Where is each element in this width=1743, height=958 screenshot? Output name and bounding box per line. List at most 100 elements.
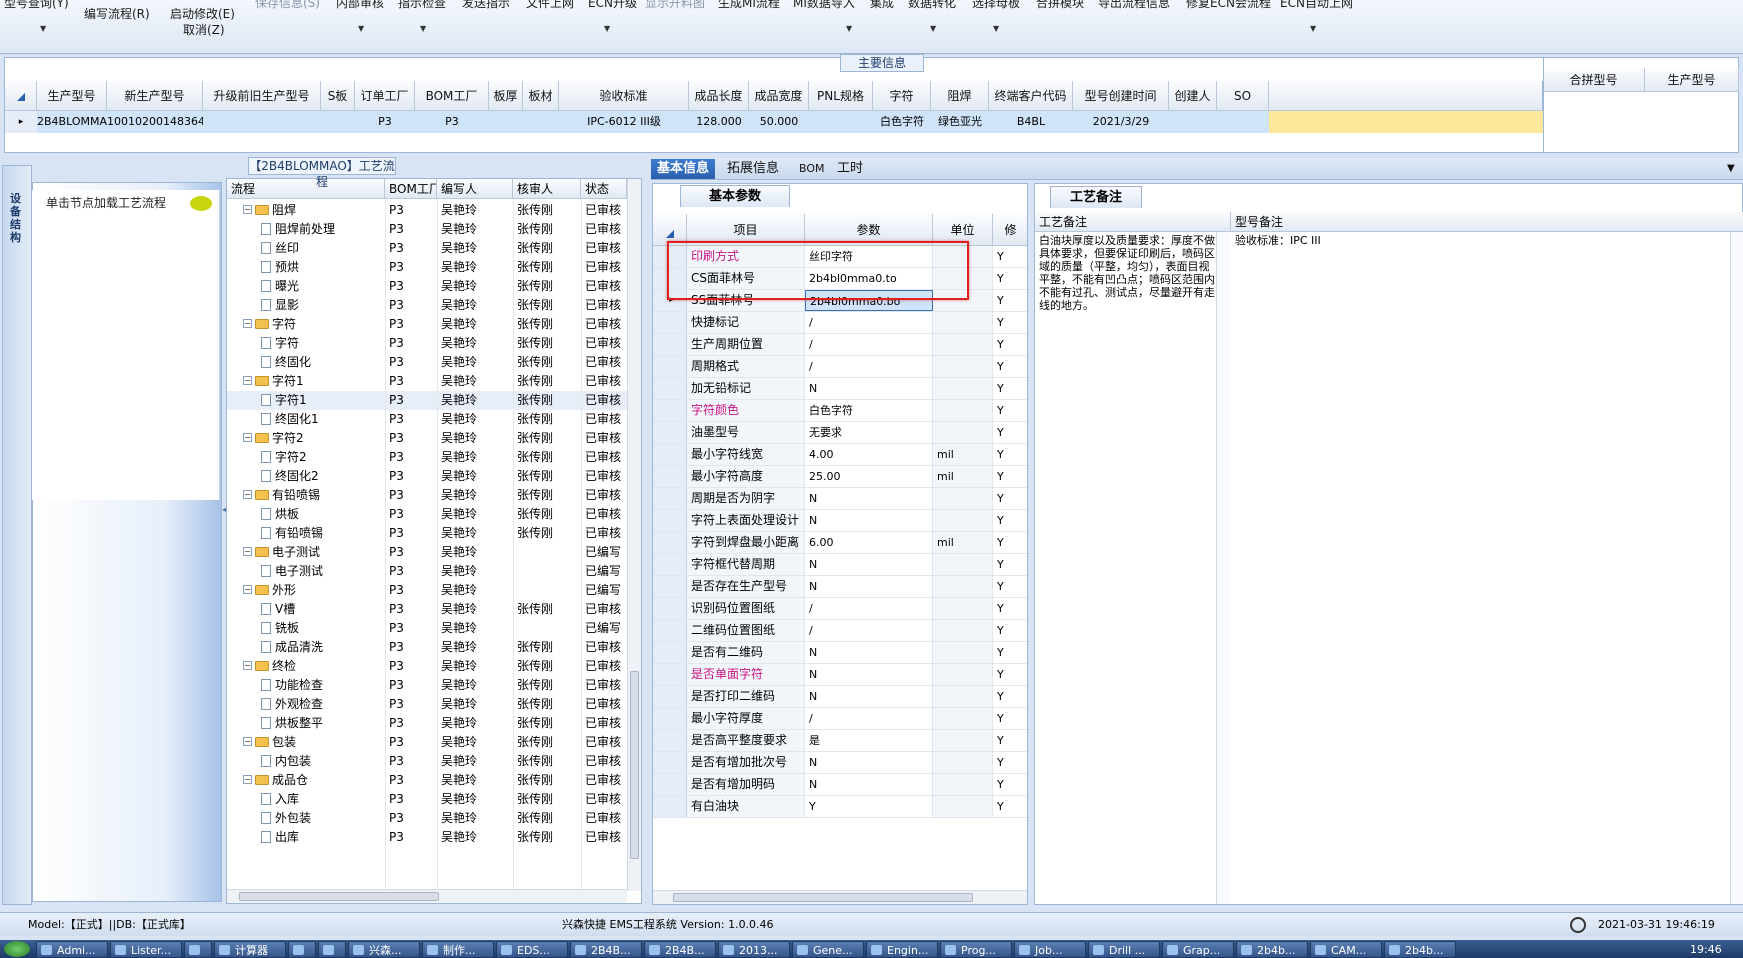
param-unit-cell[interactable]	[933, 488, 993, 509]
row-indicator[interactable]	[653, 598, 687, 619]
param-flag-cell[interactable]: Y	[993, 576, 1027, 597]
table-cell[interactable]: 吴艳玲	[441, 600, 511, 619]
param-flag-cell[interactable]: Y	[993, 686, 1027, 707]
table-cell[interactable]: P3	[389, 239, 437, 258]
param-row[interactable]: 生产周期位置 / Y	[653, 334, 1027, 356]
table-cell[interactable]: 已审核	[585, 828, 627, 847]
col-header[interactable]: 验收标准	[559, 81, 689, 111]
horizontal-scrollbar[interactable]	[227, 889, 627, 903]
param-item-cell[interactable]: 识别码位置图纸	[687, 598, 805, 619]
param-value-cell[interactable]: /	[805, 334, 933, 355]
row-indicator[interactable]	[653, 532, 687, 553]
param-flag-cell[interactable]: Y	[993, 378, 1027, 399]
col-header[interactable]: 状态	[581, 179, 627, 199]
tree-node[interactable]: 铣板	[261, 619, 385, 638]
param-flag-cell[interactable]: Y	[993, 598, 1027, 619]
ribbon-button-model-query[interactable]: 型号查询(Y)	[4, 0, 69, 11]
table-cell[interactable]: 张传刚	[517, 448, 579, 467]
table-cell[interactable]: 已审核	[585, 505, 627, 524]
ribbon-button-panel-module[interactable]: 合拼模块	[1036, 0, 1084, 11]
table-cell[interactable]: 2B4BLOMMAO	[37, 111, 107, 133]
table-row[interactable]: 预烘 P3 吴艳玲 张传刚 已审核	[227, 258, 627, 277]
param-flag-cell[interactable]: Y	[993, 708, 1027, 729]
tab-work-hours[interactable]: 工时	[831, 159, 869, 179]
table-cell[interactable]: 已审核	[585, 733, 627, 752]
taskbar-item[interactable]: Admi...	[36, 941, 108, 958]
scrollbar-thumb[interactable]	[239, 892, 439, 901]
row-indicator[interactable]	[653, 796, 687, 817]
table-cell[interactable]: B4BL	[989, 111, 1073, 133]
ribbon-button-save-info[interactable]: 保存信息(S)	[255, 0, 320, 11]
param-unit-cell[interactable]	[933, 378, 993, 399]
tree-node[interactable]: 功能检查	[261, 676, 385, 695]
table-cell[interactable]: 已审核	[585, 334, 627, 353]
param-item-cell[interactable]: 字符框代替周期	[687, 554, 805, 575]
table-row[interactable]: V槽 P3 吴艳玲 张传刚 已审核	[227, 600, 627, 619]
table-cell[interactable]: 吴艳玲	[441, 657, 511, 676]
param-value-cell[interactable]: N	[805, 554, 933, 575]
table-cell[interactable]: 张传刚	[517, 353, 579, 372]
param-row[interactable]: 快捷标记 / Y	[653, 312, 1027, 334]
table-cell[interactable]: 吴艳玲	[441, 638, 511, 657]
param-flag-cell[interactable]: Y	[993, 466, 1027, 487]
taskbar-item[interactable]: 2b4b...	[1236, 941, 1308, 958]
ribbon-button-mi-data-import[interactable]: MI数据导入	[793, 0, 855, 11]
table-cell[interactable]: 吴艳玲	[441, 296, 511, 315]
collapse-icon[interactable]: −	[243, 433, 252, 442]
table-cell[interactable]: 已审核	[585, 524, 627, 543]
table-cell[interactable]: P3	[389, 524, 437, 543]
taskbar-item[interactable]: 2B4B...	[644, 941, 716, 958]
craft-notes-text[interactable]: 白油块厚度以及质量要求：厚度不做具体要求，但要保证印刷后，喷码区域的质量（平整，…	[1039, 234, 1215, 312]
taskbar-item[interactable]	[288, 941, 316, 958]
table-cell[interactable]: 张传刚	[517, 258, 579, 277]
table-row[interactable]: 内包装 P3 吴艳玲 张传刚 已审核	[227, 752, 627, 771]
param-unit-cell[interactable]	[933, 400, 993, 421]
table-cell[interactable]: 已审核	[585, 220, 627, 239]
param-flag-cell[interactable]: Y	[993, 422, 1027, 443]
collapse-icon[interactable]: −	[243, 490, 252, 499]
tree-node[interactable]: 预烘	[261, 258, 385, 277]
taskbar-item[interactable]: 兴森...	[348, 941, 420, 958]
taskbar-item[interactable]	[318, 941, 346, 958]
tree-node[interactable]: 字符	[261, 334, 385, 353]
table-cell[interactable]: 已审核	[585, 296, 627, 315]
param-unit-cell[interactable]	[933, 774, 993, 795]
param-flag-cell[interactable]: Y	[993, 664, 1027, 685]
param-unit-cell[interactable]	[933, 752, 993, 773]
table-cell[interactable]	[1169, 111, 1217, 133]
table-row[interactable]: 出库 P3 吴艳玲 张传刚 已审核	[227, 828, 627, 847]
param-item-cell[interactable]: 有白油块	[687, 796, 805, 817]
taskbar-item[interactable]: CAM...	[1310, 941, 1382, 958]
row-indicator[interactable]	[653, 312, 687, 333]
ribbon-button-select-mother-board[interactable]: 选择母板	[972, 0, 1020, 11]
table-row[interactable]: 烘板 P3 吴艳玲 张传刚 已审核	[227, 505, 627, 524]
row-indicator[interactable]	[653, 334, 687, 355]
table-cell[interactable]: P3	[389, 619, 437, 638]
table-row[interactable]: 显影 P3 吴艳玲 张传刚 已审核	[227, 296, 627, 315]
param-item-cell[interactable]: 字符上表面处理设计	[687, 510, 805, 531]
param-row[interactable]: 是否存在生产型号 N Y	[653, 576, 1027, 598]
table-cell[interactable]: P3	[389, 695, 437, 714]
ribbon-button-export-flow-info[interactable]: 导出流程信息	[1098, 0, 1170, 11]
table-cell[interactable]: P3	[389, 676, 437, 695]
table-cell[interactable]: P3	[389, 467, 437, 486]
param-row[interactable]: 最小字符厚度 / Y	[653, 708, 1027, 730]
param-item-cell[interactable]: 生产周期位置	[687, 334, 805, 355]
param-unit-cell[interactable]	[933, 708, 993, 729]
param-row[interactable]: 是否有增加明码 N Y	[653, 774, 1027, 796]
param-unit-cell[interactable]	[933, 312, 993, 333]
param-value-cell[interactable]: /	[805, 312, 933, 333]
col-header[interactable]: PNL规格	[809, 81, 873, 111]
param-value-cell[interactable]: N	[805, 752, 933, 773]
param-flag-cell[interactable]: Y	[993, 796, 1027, 817]
table-cell[interactable]: P3	[389, 315, 437, 334]
tree-node[interactable]: 字符2	[261, 448, 385, 467]
table-cell[interactable]: 吴艳玲	[441, 505, 511, 524]
table-row[interactable]: 曝光 P3 吴艳玲 张传刚 已审核	[227, 277, 627, 296]
collapse-icon[interactable]: −	[243, 775, 252, 784]
table-cell[interactable]: 已审核	[585, 258, 627, 277]
param-flag-cell[interactable]: Y	[993, 510, 1027, 531]
col-header[interactable]: 生产型号	[1645, 68, 1739, 92]
table-row[interactable]: 终固化1 P3 吴艳玲 张传刚 已审核	[227, 410, 627, 429]
param-flag-cell[interactable]: Y	[993, 488, 1027, 509]
